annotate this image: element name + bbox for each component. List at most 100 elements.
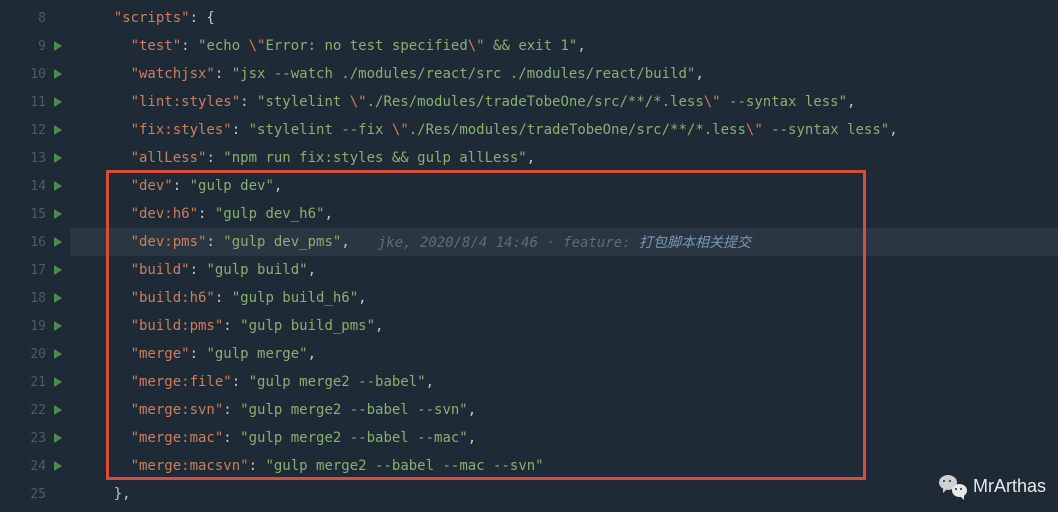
run-gutter-icon[interactable] [54, 69, 62, 79]
code-token: : [206, 234, 223, 250]
code-token: : [173, 178, 190, 194]
code-token: "gulp build_h6" [232, 290, 358, 306]
code-line[interactable]: "merge:mac": "gulp merge2 --babel --mac"… [70, 424, 1058, 452]
gutter-row: 17 [0, 256, 70, 284]
code-line[interactable]: "dev": "gulp dev", [70, 172, 1058, 200]
line-number: 9 [24, 39, 46, 54]
code-token: Error: no test specified [265, 38, 467, 54]
code-token [80, 38, 131, 54]
code-token: , [847, 94, 855, 110]
code-token: "merge:macsvn" [131, 458, 249, 474]
code-line[interactable]: "build": "gulp build", [70, 256, 1058, 284]
run-gutter-icon[interactable] [54, 209, 62, 219]
code-line[interactable]: "dev:h6": "gulp dev_h6", [70, 200, 1058, 228]
code-token: \" [350, 94, 367, 110]
gutter-row: 12 [0, 116, 70, 144]
code-token: "watchjsx" [131, 66, 215, 82]
code-token: \" [468, 38, 485, 54]
line-number: 24 [24, 459, 46, 474]
code-line[interactable]: "build:h6": "gulp build_h6", [70, 284, 1058, 312]
code-token [80, 122, 131, 138]
run-gutter-icon[interactable] [54, 349, 62, 359]
code-token: "gulp merge2 --babel --svn" [240, 402, 468, 418]
run-gutter-icon[interactable] [54, 97, 62, 107]
code-token: "lint:styles" [131, 94, 241, 110]
code-token: "gulp build" [206, 262, 307, 278]
code-token [80, 318, 131, 334]
code-token: "gulp dev_h6" [215, 206, 325, 222]
code-token: "jsx --watch ./modules/react/src ./modul… [232, 66, 696, 82]
code-token [80, 234, 131, 250]
code-token [80, 374, 131, 390]
code-token: , [468, 402, 476, 418]
code-token: : [232, 374, 249, 390]
code-line[interactable]: "allLess": "npm run fix:styles && gulp a… [70, 144, 1058, 172]
code-token: , [889, 122, 897, 138]
code-line[interactable]: "test": "echo \"Error: no test specified… [70, 32, 1058, 60]
code-token: : [223, 430, 240, 446]
code-token: , [375, 318, 383, 334]
line-number: 18 [24, 291, 46, 306]
run-gutter-icon[interactable] [54, 41, 62, 51]
code-token [80, 150, 131, 166]
code-line[interactable]: "watchjsx": "jsx --watch ./modules/react… [70, 60, 1058, 88]
code-token: : [206, 150, 223, 166]
run-gutter-icon[interactable] [54, 405, 62, 415]
code-token: "gulp merge2 --babel" [249, 374, 426, 390]
line-number: 8 [24, 11, 46, 26]
code-token: , [308, 262, 316, 278]
git-blame-annotation: jke, 2020/8/4 14:46 · feature: 打包脚本相关提交 [378, 232, 751, 252]
gutter-row: 22 [0, 396, 70, 424]
code-token: "merge:svn" [131, 402, 224, 418]
code-line[interactable]: "lint:styles": "stylelint \"./Res/module… [70, 88, 1058, 116]
code-editor[interactable]: 8910111213141516171819202122232425 "scri… [0, 0, 1058, 512]
line-number: 11 [24, 95, 46, 110]
run-gutter-icon[interactable] [54, 237, 62, 247]
run-gutter-icon[interactable] [54, 321, 62, 331]
code-token: "echo [198, 38, 249, 54]
code-line[interactable]: "scripts": { [70, 4, 1058, 32]
code-line[interactable]: "merge:svn": "gulp merge2 --babel --svn"… [70, 396, 1058, 424]
code-token: : [232, 122, 249, 138]
line-number: 15 [24, 207, 46, 222]
line-number: 12 [24, 123, 46, 138]
code-line[interactable]: "build:pms": "gulp build_pms", [70, 312, 1058, 340]
run-gutter-icon[interactable] [54, 293, 62, 303]
code-token: "gulp merge" [206, 346, 307, 362]
code-token: \" [746, 122, 763, 138]
code-line[interactable]: "merge:file": "gulp merge2 --babel", [70, 368, 1058, 396]
code-line[interactable]: "dev:pms": "gulp dev_pms",jke, 2020/8/4 … [70, 228, 1058, 256]
line-number: 14 [24, 179, 46, 194]
code-line[interactable]: }, [70, 480, 1058, 508]
code-token: --syntax less" [763, 122, 889, 138]
code-token: "scripts" [114, 10, 190, 26]
code-token: \" [704, 94, 721, 110]
run-gutter-icon[interactable] [54, 433, 62, 443]
line-number: 22 [24, 403, 46, 418]
code-token: "test" [131, 38, 182, 54]
run-gutter-icon[interactable] [54, 377, 62, 387]
gutter-row: 15 [0, 200, 70, 228]
code-line[interactable]: "merge": "gulp merge", [70, 340, 1058, 368]
code-line[interactable]: "merge:macsvn": "gulp merge2 --babel --m… [70, 452, 1058, 480]
code-token: \" [392, 122, 409, 138]
code-token [80, 94, 131, 110]
code-token: : [223, 402, 240, 418]
run-gutter-icon[interactable] [54, 181, 62, 191]
code-line[interactable]: "fix:styles": "stylelint --fix \"./Res/m… [70, 116, 1058, 144]
line-number: 16 [24, 235, 46, 250]
run-gutter-icon[interactable] [54, 125, 62, 135]
code-token: ./Res/modules/tradeTobeOne/src/**/*.less [409, 122, 746, 138]
code-token: }, [114, 486, 131, 502]
code-area[interactable]: "scripts": { "test": "echo \"Error: no t… [70, 0, 1058, 512]
gutter-row: 23 [0, 424, 70, 452]
code-token [80, 66, 131, 82]
code-token: "merge:mac" [131, 430, 224, 446]
run-gutter-icon[interactable] [54, 153, 62, 163]
code-token: ./Res/modules/tradeTobeOne/src/**/*.less [367, 94, 704, 110]
code-token: : [181, 38, 198, 54]
run-gutter-icon[interactable] [54, 461, 62, 471]
run-gutter-icon[interactable] [54, 265, 62, 275]
code-token: , [468, 430, 476, 446]
code-token: --syntax less" [721, 94, 847, 110]
